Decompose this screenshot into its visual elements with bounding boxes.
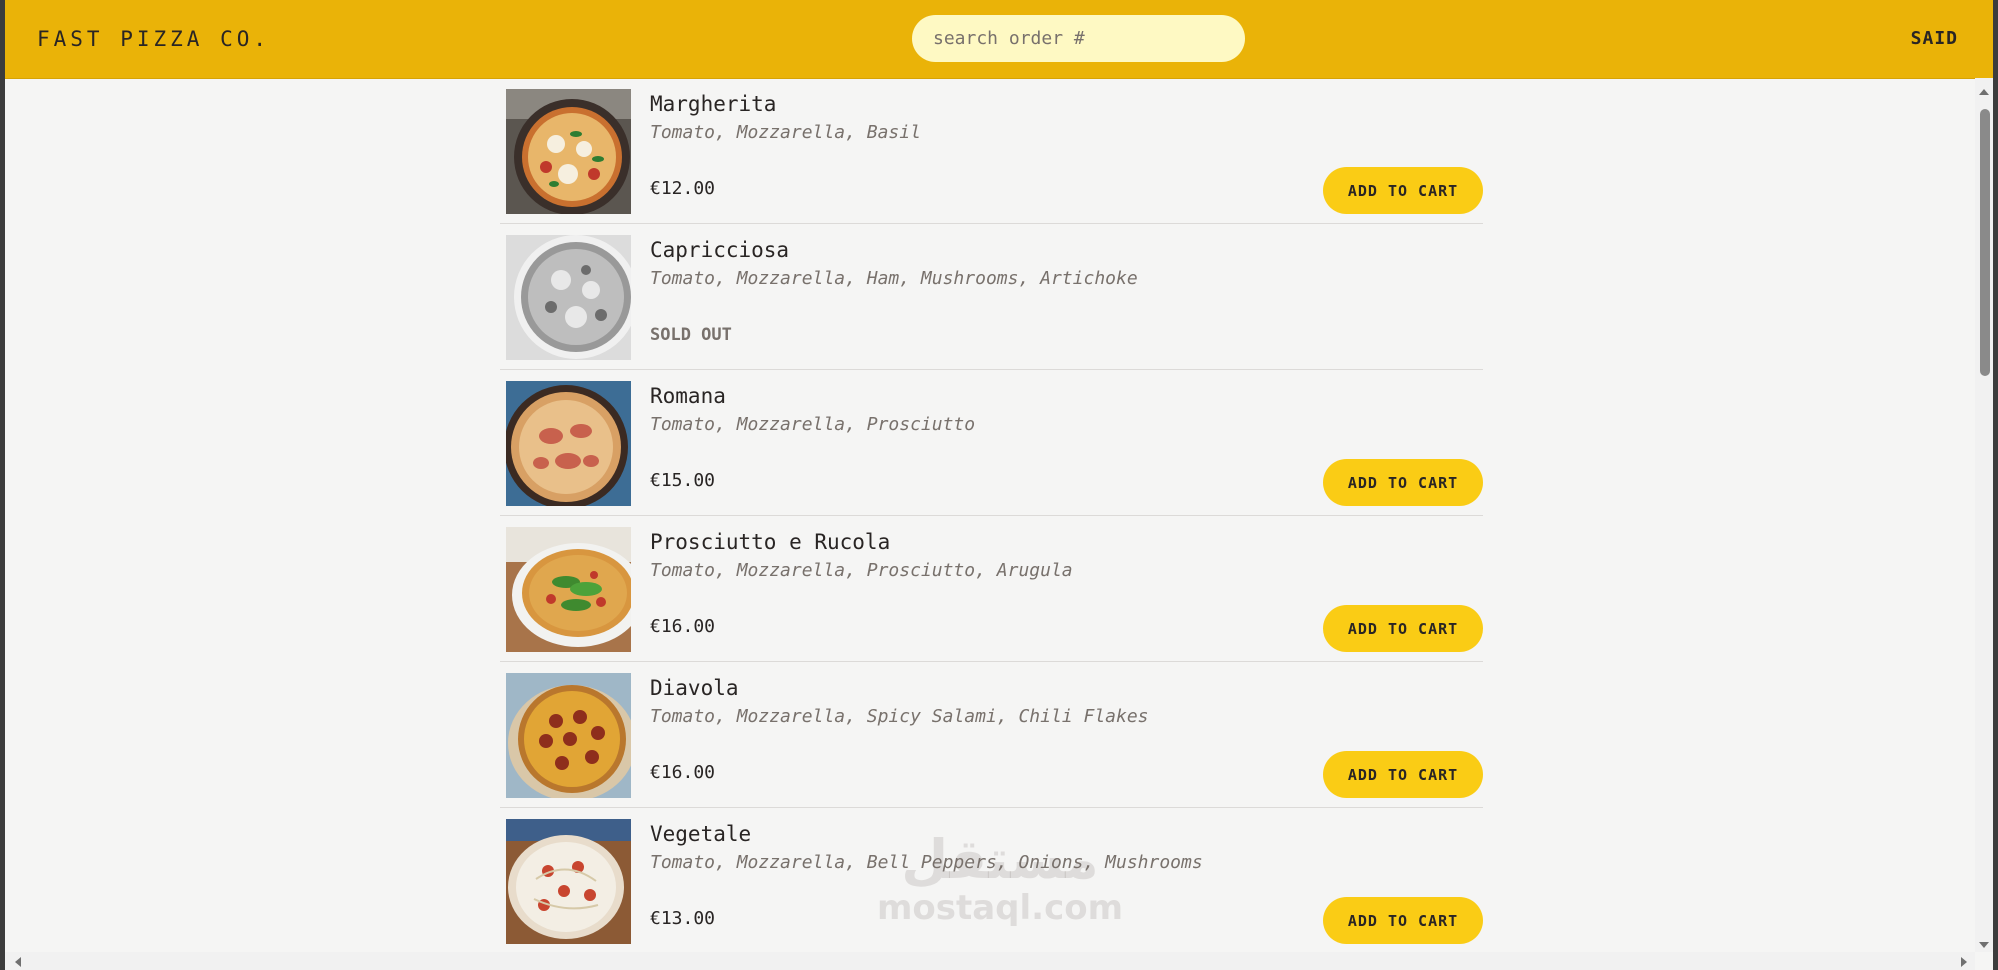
pizza-name: Diavola [650,676,739,700]
pizza-image [506,819,631,944]
vertical-scrollbar[interactable] [1975,78,1993,952]
add-to-cart-button[interactable]: ADD TO CART [1323,167,1483,214]
app-window: FAST PIZZA CO. SAID [5,0,1993,970]
pizza-price: €12.00 [650,178,716,199]
menu-item-romana: Romana Tomato, Mozzarella, Prosciutto €1… [500,370,1483,516]
scroll-left-arrow-icon[interactable] [15,957,21,967]
app-header: FAST PIZZA CO. SAID [5,0,1993,79]
scroll-right-arrow-icon[interactable] [1961,957,1967,967]
menu-list: Margherita Tomato, Mozzarella, Basil €12… [500,78,1483,954]
horizontal-scrollbar[interactable] [5,952,1975,970]
pizza-ingredients: Tomato, Mozzarella, Basil [650,122,921,143]
add-to-cart-button[interactable]: ADD TO CART [1323,897,1483,944]
menu-item-prosciutto-e-rucola: Prosciutto e Rucola Tomato, Mozzarella, … [500,516,1483,662]
scroll-up-arrow-icon[interactable] [1979,89,1989,95]
scroll-down-arrow-icon[interactable] [1979,942,1989,948]
pizza-image [506,89,631,214]
add-to-cart-button[interactable]: ADD TO CART [1323,605,1483,652]
username: SAID [1910,28,1958,49]
sold-out-label: SOLD OUT [650,325,732,345]
pizza-ingredients: Tomato, Mozzarella, Ham, Mushrooms, Arti… [650,268,1138,289]
pizza-name: Romana [650,384,726,408]
add-to-cart-button[interactable]: ADD TO CART [1323,751,1483,798]
pizza-ingredients: Tomato, Mozzarella, Prosciutto, Arugula [650,560,1073,581]
pizza-ingredients: Tomato, Mozzarella, Spicy Salami, Chili … [650,706,1149,727]
pizza-ingredients: Tomato, Mozzarella, Bell Peppers, Onions… [650,852,1203,873]
pizza-ingredients: Tomato, Mozzarella, Prosciutto [650,414,976,435]
pizza-price: €13.00 [650,908,716,929]
search-order-input[interactable] [912,15,1245,62]
logo-link[interactable]: FAST PIZZA CO. [37,27,270,51]
pizza-image [506,381,631,506]
pizza-name: Capricciosa [650,238,790,262]
menu-item-margherita: Margherita Tomato, Mozzarella, Basil €12… [500,78,1483,224]
pizza-image [506,527,631,652]
pizza-name: Margherita [650,92,777,116]
pizza-price: €16.00 [650,762,716,783]
vertical-scroll-thumb[interactable] [1980,109,1990,376]
pizza-name: Prosciutto e Rucola [650,530,891,554]
pizza-name: Vegetale [650,822,752,846]
pizza-price: €16.00 [650,616,716,637]
pizza-price: €15.00 [650,470,716,491]
menu-item-capricciosa: Capricciosa Tomato, Mozzarella, Ham, Mus… [500,224,1483,370]
pizza-image [506,235,631,360]
pizza-image [506,673,631,798]
menu-item-diavola: Diavola Tomato, Mozzarella, Spicy Salami… [500,662,1483,808]
menu-item-vegetale: Vegetale Tomato, Mozzarella, Bell Pepper… [500,808,1483,954]
add-to-cart-button[interactable]: ADD TO CART [1323,459,1483,506]
